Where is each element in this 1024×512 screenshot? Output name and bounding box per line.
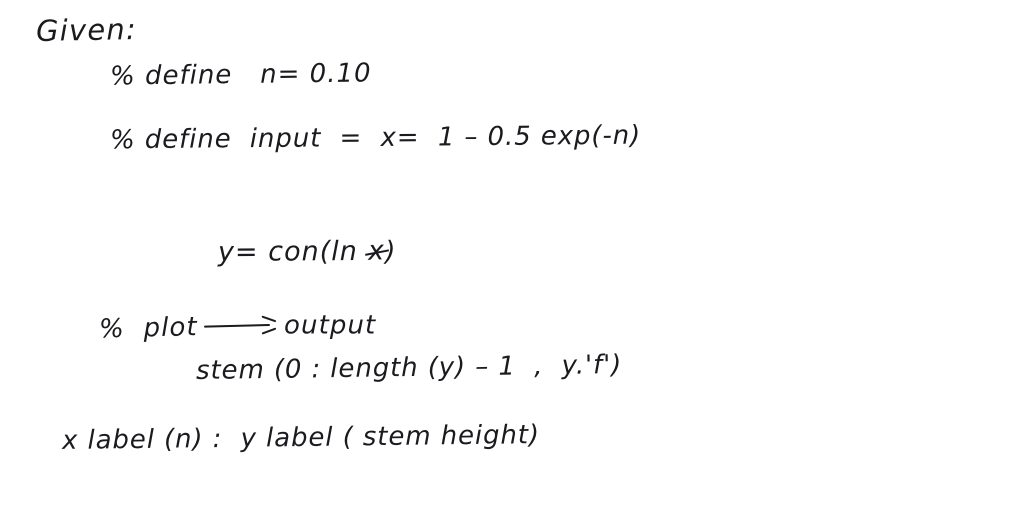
plot-comment-label: % plot [99,312,199,345]
y-equation-struck-variable: x [367,235,386,267]
plot-output-label: output [284,310,377,341]
note-heading-given: Given: [35,12,138,48]
y-equation-suffix: ) [384,236,397,268]
handwritten-note-sheet: Given: % define n= 0.10 % define input =… [0,0,1024,512]
note-line-axis-labels: x label (n) : y label ( stem height) [61,420,541,456]
note-line-y-equation: y= con(ln x) [179,210,397,294]
note-line-stem-call: stem (0 : length (y) – 1 , y.'f') [195,350,623,386]
right-arrow-icon [204,315,278,335]
note-line-define-n: % define n= 0.10 [109,58,372,92]
note-line-define-input: % define input = x= 1 – 0.5 exp(-n) [109,120,642,156]
y-equation-prefix: y= con(ln [218,236,368,268]
